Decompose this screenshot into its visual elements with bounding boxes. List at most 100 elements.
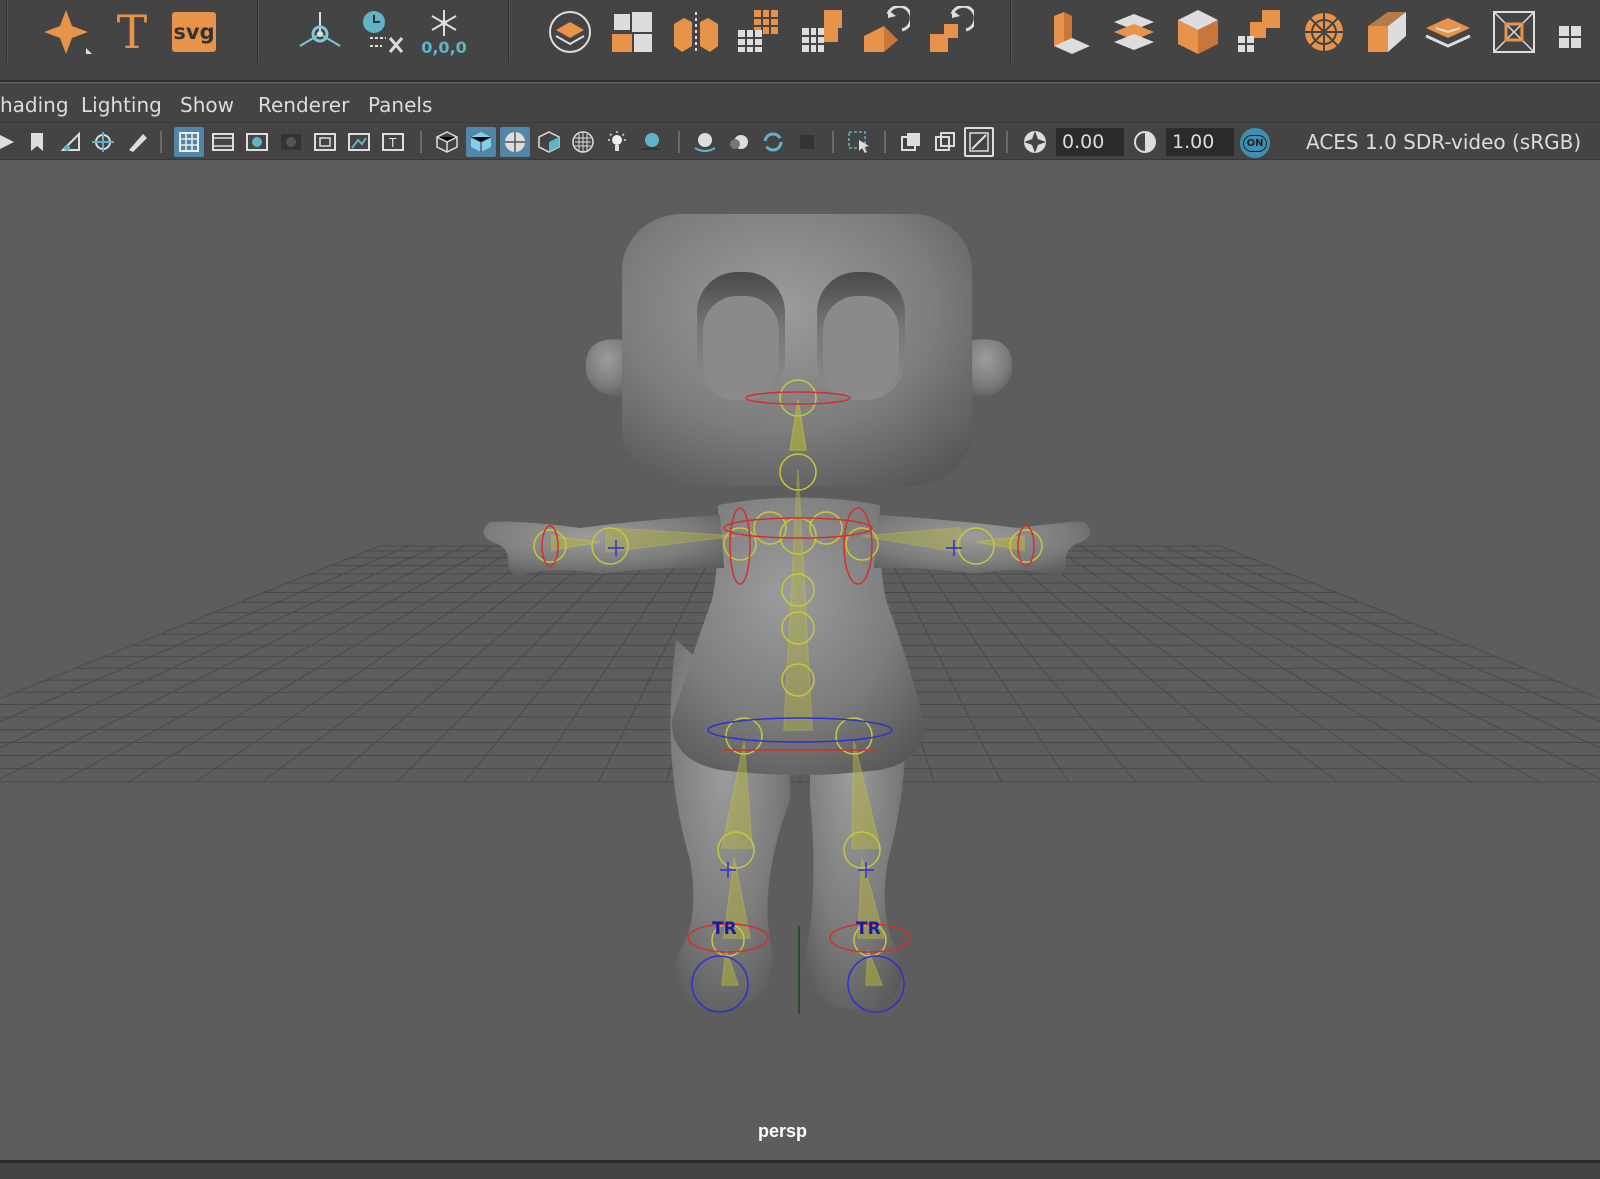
smooth-shade-icon[interactable] xyxy=(466,127,496,157)
color-space-selector[interactable]: ACES 1.0 SDR-video (sRGB) xyxy=(1306,130,1581,154)
svg-icon[interactable]: svg xyxy=(168,6,220,58)
more-shelf-icon[interactable] xyxy=(1546,6,1586,58)
field-chart-icon[interactable] xyxy=(310,127,340,157)
toolbar-separator xyxy=(832,131,834,153)
xray-joints-icon[interactable] xyxy=(930,127,960,157)
shelf-separator xyxy=(1010,0,1012,62)
menu-panels[interactable]: Panels xyxy=(368,93,432,117)
xray-icon[interactable] xyxy=(896,127,926,157)
toolbar-separator xyxy=(678,131,680,153)
extrude-icon[interactable] xyxy=(1044,6,1096,58)
shelf-separator xyxy=(257,0,259,62)
menu-shading[interactable]: hading xyxy=(0,93,69,117)
camera-select-icon[interactable] xyxy=(0,127,18,157)
color-management-toggle[interactable]: ON xyxy=(1240,128,1270,158)
grid-toggle-icon[interactable] xyxy=(174,127,204,157)
gamma-icon[interactable] xyxy=(1130,127,1160,157)
bounding-box-icon[interactable] xyxy=(1488,6,1540,58)
grid-line xyxy=(262,545,577,783)
motion-blur-icon[interactable] xyxy=(724,127,754,157)
perspective-viewport[interactable]: TR TR xyxy=(0,160,1600,1160)
rotate-cube-alt-icon[interactable] xyxy=(922,6,974,58)
ambient-occlusion-icon[interactable] xyxy=(690,127,720,157)
grid-line xyxy=(1107,545,1540,783)
grid-line xyxy=(967,545,1204,783)
grid-line xyxy=(1079,545,1473,783)
menu-show[interactable]: Show xyxy=(180,93,234,117)
grid-line xyxy=(939,545,1137,783)
depth-of-field-icon[interactable] xyxy=(792,127,822,157)
on-badge: ON xyxy=(1242,134,1268,152)
grid-line xyxy=(396,545,633,783)
layers-stack-icon[interactable] xyxy=(1108,6,1160,58)
grid-line xyxy=(463,545,661,783)
time-slider[interactable] xyxy=(0,1160,1600,1179)
shadows-icon[interactable] xyxy=(636,127,666,157)
character-mesh xyxy=(483,214,1091,1014)
grid-cubes-icon[interactable] xyxy=(732,6,784,58)
pivot-icon[interactable] xyxy=(294,6,346,58)
exposure-field[interactable] xyxy=(1056,128,1124,156)
grease-pencil-icon[interactable] xyxy=(122,127,152,157)
default-material-icon[interactable] xyxy=(534,127,564,157)
anti-aliasing-icon[interactable] xyxy=(758,127,788,157)
shelf-separator xyxy=(6,0,8,62)
svg-text:T: T xyxy=(388,136,397,150)
cube-icon[interactable] xyxy=(1172,6,1224,58)
freeze-value-label: 0,0,0 xyxy=(421,37,467,57)
xray-active-components-icon[interactable] xyxy=(964,127,994,157)
grid-line xyxy=(1219,545,1600,700)
resolution-gate-icon[interactable] xyxy=(242,127,272,157)
blocks-icon[interactable] xyxy=(606,6,658,58)
grid-line xyxy=(127,545,521,783)
stair-cubes-icon[interactable] xyxy=(796,6,848,58)
wheel-icon[interactable] xyxy=(1298,6,1350,58)
shelf-toolbar: T svg 0,0,0 xyxy=(0,0,1600,82)
safe-title-icon[interactable]: T xyxy=(378,127,408,157)
foot-ik-label-right: TR xyxy=(856,919,881,939)
gate-mask-icon[interactable] xyxy=(276,127,306,157)
panel-toolbar: T 0.00 1.00 ON ACES 1.0 SDR-video (sRGB) xyxy=(0,122,1600,160)
grid-line xyxy=(194,545,549,783)
grid-line xyxy=(911,545,1070,783)
grid-line xyxy=(1135,545,1600,780)
exposure-icon[interactable] xyxy=(1020,127,1050,157)
film-gate-icon[interactable] xyxy=(208,127,238,157)
toolbar-separator xyxy=(884,131,886,153)
gamma-field[interactable] xyxy=(1166,128,1234,156)
toolbar-separator xyxy=(420,131,422,153)
viewport-scene: TR TR xyxy=(0,214,1600,1014)
bookmark-icon[interactable] xyxy=(22,127,52,157)
split-cube-icon[interactable] xyxy=(670,6,722,58)
isolate-select-icon[interactable] xyxy=(844,127,874,157)
shelf-separator xyxy=(508,0,510,62)
wireframe-on-shaded-icon[interactable] xyxy=(500,127,530,157)
safe-action-icon[interactable] xyxy=(344,127,374,157)
grid-line xyxy=(1191,545,1600,722)
use-all-lights-icon[interactable] xyxy=(602,127,632,157)
cube-face-icon[interactable] xyxy=(1360,6,1412,58)
grid-line xyxy=(0,545,409,722)
text-icon[interactable]: T xyxy=(106,5,158,59)
sparkle-icon[interactable] xyxy=(42,6,94,58)
clock-cross-icon[interactable] xyxy=(356,6,408,58)
freeze-transform-icon[interactable]: 0,0,0 xyxy=(418,6,470,58)
menu-lighting[interactable]: Lighting xyxy=(81,93,162,117)
connect-cubes-icon[interactable] xyxy=(1234,6,1286,58)
grid-line xyxy=(0,545,465,780)
svg-tool-label: svg xyxy=(173,20,215,44)
image-plane-icon[interactable] xyxy=(88,127,118,157)
camera-name-label: persp xyxy=(758,1121,808,1141)
rotate-cube-icon[interactable] xyxy=(858,6,910,58)
text-tool-glyph: T xyxy=(116,5,148,59)
grid-line xyxy=(60,545,493,783)
menu-renderer[interactable]: Renderer xyxy=(258,93,349,117)
camera-attributes-icon[interactable] xyxy=(56,127,86,157)
toolbar-separator xyxy=(1006,131,1008,153)
viewport-menubar: hading Lighting Show Renderer Panels xyxy=(0,84,1600,122)
layer-icon[interactable] xyxy=(544,6,596,58)
wireframe-icon[interactable] xyxy=(432,127,462,157)
grid-line xyxy=(1051,545,1406,783)
planes-icon[interactable] xyxy=(1422,6,1474,58)
textured-icon[interactable] xyxy=(568,127,598,157)
